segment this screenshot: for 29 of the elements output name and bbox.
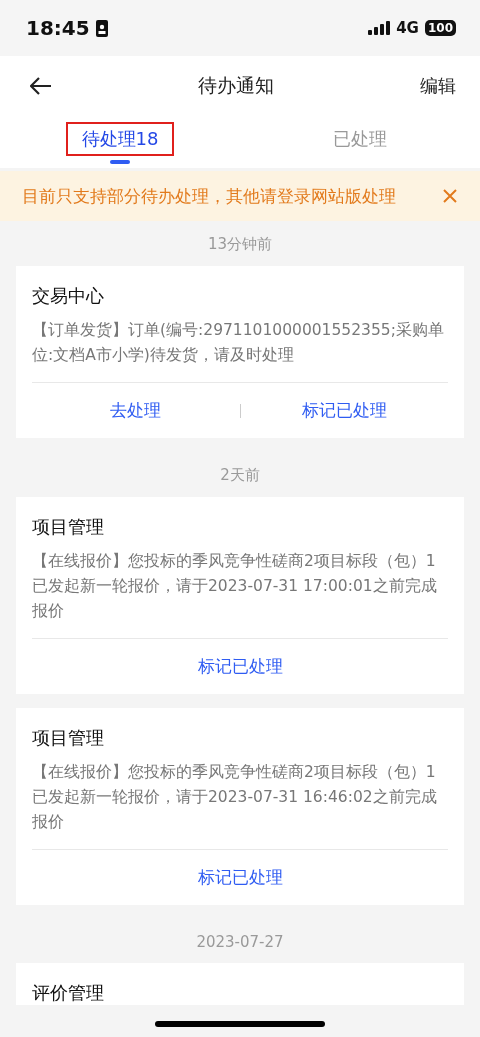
edit-button[interactable]: 编辑	[420, 73, 456, 98]
tab-indicator	[110, 160, 130, 164]
close-icon	[442, 188, 458, 204]
time-label: 2天前	[219, 465, 261, 486]
battery-level: 100	[424, 20, 456, 36]
network-label: 4G	[396, 19, 419, 37]
signal-icon	[368, 21, 391, 35]
action-link[interactable]: 去处理	[32, 398, 240, 423]
status-time: 18:45	[26, 16, 90, 40]
card-title: 项目管理	[32, 515, 105, 539]
tab[interactable]: 已处理	[317, 122, 403, 156]
id-card-icon	[95, 19, 108, 37]
card-message: 【在线报价】您投标的季风竞争性磋商2项目标段（包）1已发起新一轮报价，请于2023-07-31 17:00:01之前完成报价	[32, 549, 448, 639]
notice-text: 目前只支持部分待办处理，其他请登录网站版处理	[22, 184, 396, 208]
card-title: 交易中心	[32, 284, 105, 308]
page-title: 待办通知	[198, 72, 274, 98]
action-link[interactable]: 标记已处理	[240, 398, 448, 423]
card-message: 【在线报价】您投标的季风竞争性磋商2项目标段（包）1已发起新一轮报价，请于2023-07-31 16:46:02之前完成报价	[32, 760, 448, 850]
time-label: 2023-07-27	[195, 932, 285, 953]
card-title: 评价管理	[32, 981, 105, 1005]
close-button[interactable]	[442, 188, 458, 204]
action-link[interactable]: 标记已处理	[32, 865, 448, 890]
back-arrow-icon	[30, 76, 52, 95]
card-message: 【订单发货】订单(编号:2971101000001552355;采购单位:文档A市小学)待发货，请及时处理	[32, 318, 448, 383]
time-label: 13分钟前	[206, 234, 274, 255]
action-link[interactable]: 标记已处理	[32, 654, 448, 679]
card-title: 项目管理	[32, 726, 105, 750]
back-button[interactable]	[30, 76, 52, 95]
tab[interactable]: 待处理18	[65, 122, 175, 156]
